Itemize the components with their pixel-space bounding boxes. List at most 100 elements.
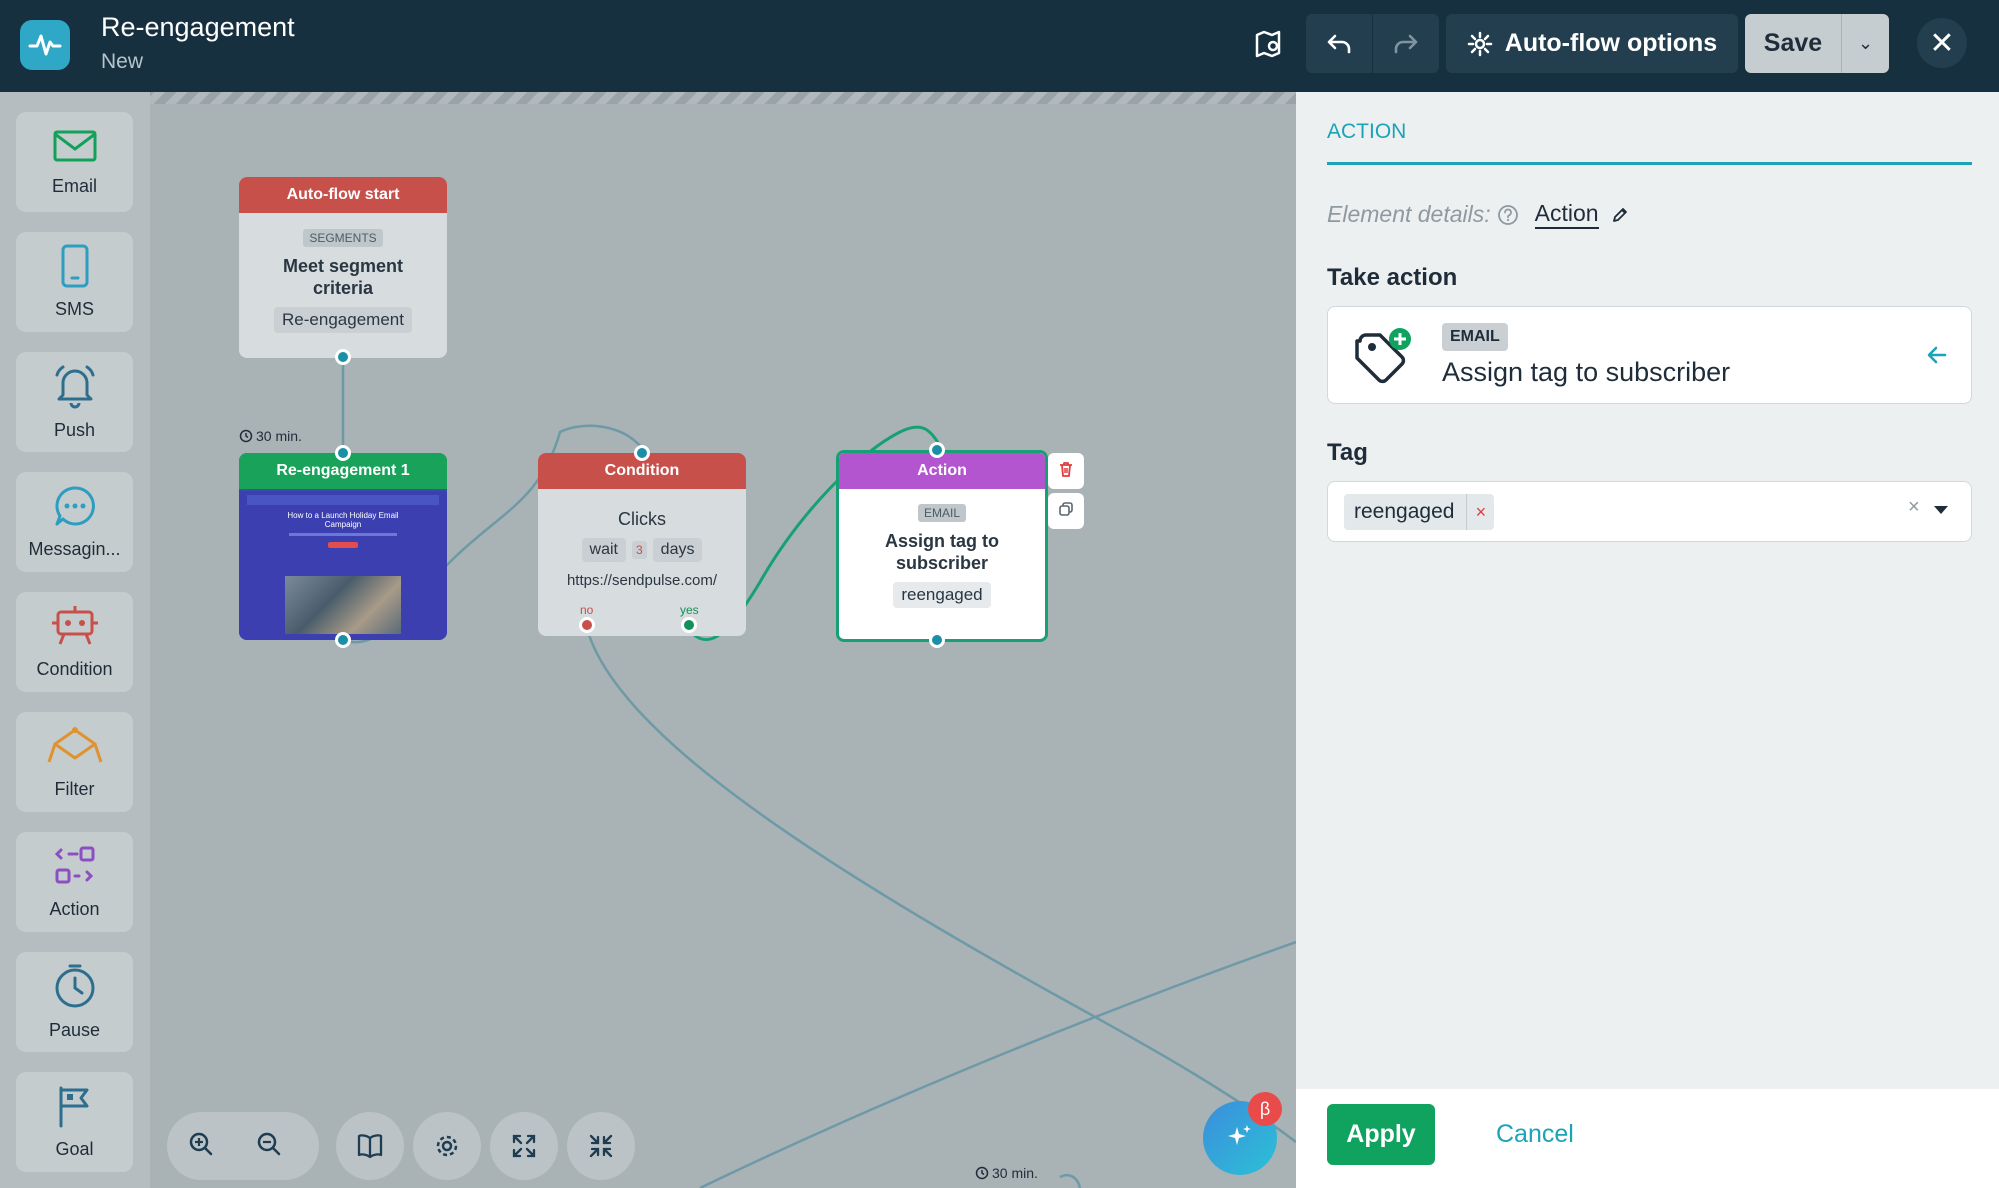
caret-down-icon[interactable] (1934, 506, 1948, 514)
node-text: Meet segment criteria (282, 256, 404, 298)
node-condition[interactable]: Condition Clicks wait 3 days https://sen… (538, 445, 746, 636)
gear-icon (1467, 31, 1493, 57)
edit-pencil-icon[interactable] (1611, 206, 1629, 224)
tab-underline (1327, 162, 1972, 165)
fullscreen-button[interactable] (490, 1112, 558, 1180)
palette-item-action[interactable]: Action (16, 832, 133, 932)
palette-item-push[interactable]: Push (16, 352, 133, 452)
duplicate-node-button[interactable] (1048, 493, 1084, 529)
back-arrow-icon[interactable] (1925, 343, 1949, 367)
node-chip: EMAIL (917, 504, 966, 522)
panel-footer: Apply Cancel (1296, 1089, 1999, 1188)
selected-action-card[interactable]: EMAIL Assign tag to subscriber (1327, 306, 1972, 404)
element-details: Element details: Action (1327, 200, 1629, 229)
branch-yes-label: yes (680, 603, 699, 617)
palette-item-sms[interactable]: SMS (16, 232, 133, 332)
palette-label: Filter (54, 779, 95, 799)
auto-flow-options-button[interactable]: Auto-flow options (1446, 14, 1738, 73)
palette-item-pause[interactable]: Pause (16, 952, 133, 1052)
flow-title[interactable]: Re-engagement (101, 12, 295, 43)
flow-canvas[interactable]: Email SMS Push Messagin... Condition Fil… (0, 92, 1296, 1188)
filter-icon (47, 724, 103, 773)
input-port[interactable] (634, 445, 650, 461)
phone-icon (55, 244, 95, 293)
output-port[interactable] (335, 349, 351, 365)
node-tag: reengaged (893, 582, 991, 608)
apply-button[interactable]: Apply (1327, 1104, 1435, 1165)
app-logo-icon[interactable] (20, 20, 70, 70)
flow-connectors (341, 358, 1296, 1188)
tag-select[interactable]: reengaged × × (1327, 481, 1972, 542)
wait-value: 3 (631, 541, 647, 559)
branch-no-label: no (580, 603, 594, 617)
delay-label: 30 min. (975, 1165, 1038, 1181)
fit-to-screen-button[interactable] (567, 1112, 635, 1180)
sparkle-icon (1225, 1121, 1255, 1156)
save-dropdown-button[interactable]: ⌄ (1841, 14, 1889, 73)
palette-item-filter[interactable]: Filter (16, 712, 133, 812)
output-port-no[interactable] (579, 617, 595, 633)
panel-tab-action[interactable]: ACTION (1327, 120, 1406, 144)
collapse-icon (567, 1112, 635, 1180)
output-port[interactable] (335, 632, 351, 648)
node-email-re-engagement[interactable]: Re-engagement 1 How to a Launch Holiday … (239, 445, 447, 648)
palette-item-messaging[interactable]: Messagin... (16, 472, 133, 572)
envelope-icon (52, 127, 98, 170)
palette-item-goal[interactable]: Goal (16, 1072, 133, 1172)
auto-flow-options-label: Auto-flow options (1504, 29, 1718, 57)
clock-icon (53, 963, 97, 1014)
clock-icon (975, 1166, 989, 1180)
guide-button[interactable] (336, 1112, 404, 1180)
email-preview-heading: How to a Launch Holiday Email Campaign (287, 511, 399, 529)
clear-icon[interactable]: × (1908, 496, 1920, 519)
delete-node-button[interactable] (1048, 453, 1084, 489)
palette-label: Pause (48, 1020, 101, 1040)
element-details-label: Element details: (1327, 201, 1491, 227)
trash-icon (1057, 460, 1075, 483)
node-auto-flow-start[interactable]: Auto-flow start SEGMENTS Meet segment cr… (239, 177, 447, 365)
zoom-in-button[interactable] (167, 1112, 235, 1180)
redo-button[interactable] (1373, 14, 1439, 73)
chevron-down-icon: ⌄ (1857, 33, 1874, 53)
expand-icon (490, 1112, 558, 1180)
close-button[interactable]: ✕ (1917, 18, 1967, 68)
condition-icon (50, 604, 100, 653)
email-preview-thumbnail: How to a Launch Holiday Email Campaign (239, 491, 447, 640)
chat-icon (53, 484, 97, 533)
save-button[interactable]: Save (1745, 14, 1841, 73)
palette-label: Condition (36, 659, 113, 679)
guide-map-icon[interactable] (1248, 24, 1288, 64)
wait-label: wait (581, 538, 626, 562)
output-port[interactable] (929, 632, 945, 648)
output-port-yes[interactable] (681, 617, 697, 633)
palette-item-condition[interactable]: Condition (16, 592, 133, 692)
input-port[interactable] (335, 445, 351, 461)
node-action[interactable]: Action EMAIL Assign tag to subscriber re… (836, 442, 1048, 648)
save-button-group: Save ⌄ (1745, 14, 1889, 73)
node-tag: Re-engagement (274, 307, 412, 333)
remove-tag-icon[interactable]: × (1466, 494, 1494, 530)
palette-label: Push (53, 420, 96, 440)
flag-icon (53, 1084, 97, 1133)
gear-icon (413, 1112, 481, 1180)
delay-text: 30 min. (256, 428, 302, 444)
help-icon[interactable] (1497, 204, 1519, 226)
action-icon (51, 844, 99, 893)
node-text: Assign tag to subscriber (884, 531, 999, 573)
condition-url: https://sendpulse.com/ (566, 572, 718, 589)
delay-label: 30 min. (239, 428, 302, 444)
palette-label: Goal (55, 1139, 94, 1159)
zoom-out-button[interactable] (235, 1112, 303, 1180)
input-port[interactable] (929, 442, 945, 458)
palette-item-email[interactable]: Email (16, 112, 133, 212)
element-palette: Email SMS Push Messagin... Condition Fil… (0, 92, 150, 1188)
element-name[interactable]: Action (1534, 200, 1599, 229)
cancel-button[interactable]: Cancel (1496, 1104, 1574, 1165)
take-action-title: Take action (1327, 264, 1458, 291)
undo-button[interactable] (1306, 14, 1372, 73)
node-header: Action (839, 453, 1045, 489)
canvas-settings-button[interactable] (413, 1112, 481, 1180)
condition-wait: wait 3 days (538, 538, 746, 562)
palette-label: SMS (54, 299, 94, 319)
tag-chip: reengaged × (1344, 494, 1495, 530)
